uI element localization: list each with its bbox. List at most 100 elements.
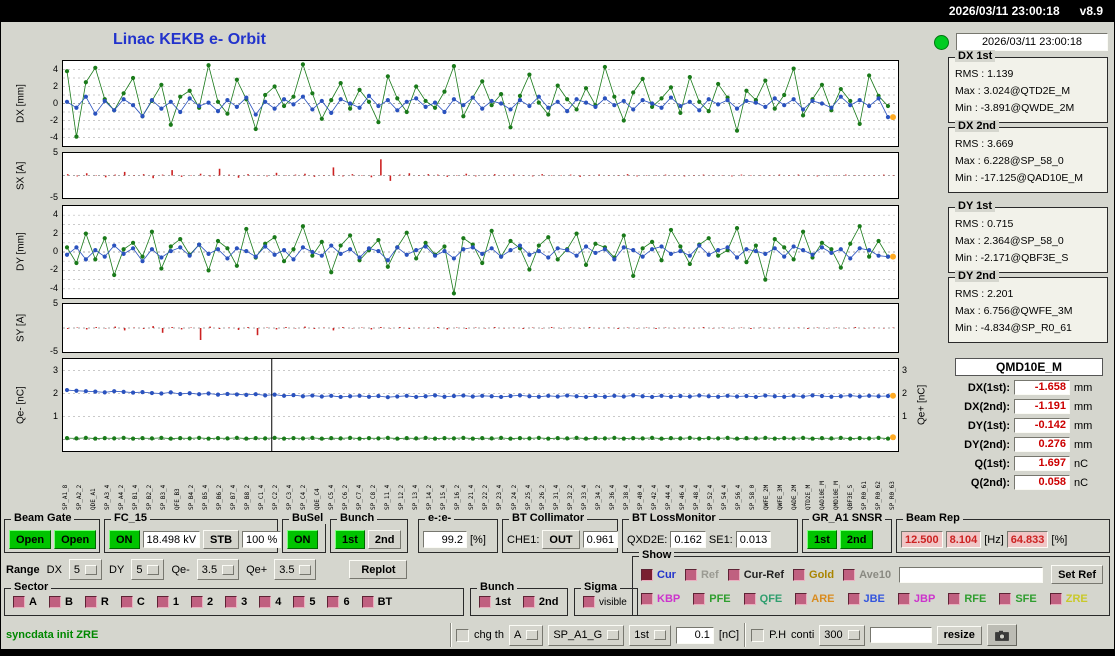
show-sector-option-sfe[interactable]: SFE bbox=[999, 593, 1037, 605]
x-axis-device-label: SP_B5_4 bbox=[202, 484, 210, 510]
bunch-value: 1st bbox=[634, 629, 649, 641]
x-axis-device-label: QAD10E_M bbox=[818, 481, 826, 510]
y-tick: 1 bbox=[52, 410, 58, 421]
beam-gate-title: Beam Gate bbox=[11, 512, 75, 524]
threshold-field[interactable]: 0.1 bbox=[675, 626, 714, 644]
monitor-row: Q(1st): 1.697 nC bbox=[948, 456, 1110, 471]
bunch-select[interactable]: 1st bbox=[629, 624, 671, 646]
checkbox-icon bbox=[13, 596, 25, 608]
x-axis-device-label: QDE_A1 bbox=[90, 488, 98, 510]
show-option-ave10[interactable]: Ave10 bbox=[843, 568, 892, 581]
x-axis-device-label: SP_C1_4 bbox=[258, 484, 266, 510]
x-axis-device-label: SP_16_2 bbox=[454, 484, 462, 510]
checkbox-icon bbox=[259, 596, 272, 608]
bunch-option-1st[interactable]: 1st bbox=[479, 596, 511, 608]
sector-option-label: 1 bbox=[172, 596, 179, 608]
range-dx-select[interactable]: 5 bbox=[68, 559, 103, 580]
sector-option-b[interactable]: B bbox=[48, 596, 73, 608]
sector-option-a[interactable]: A bbox=[13, 596, 37, 608]
sector-option-6[interactable]: 6 bbox=[327, 596, 350, 608]
show-sector-option-qfe[interactable]: QFE bbox=[743, 593, 782, 605]
stats-box-title: DX 2nd bbox=[955, 120, 999, 132]
snsr-1st-button[interactable]: 1st bbox=[807, 530, 837, 549]
monitor-row-value: -0.142 bbox=[1014, 418, 1070, 433]
show-sector-option-rfe[interactable]: RFE bbox=[948, 593, 986, 605]
ee-ratio-unit: [%] bbox=[470, 533, 486, 546]
checkbox-icon bbox=[479, 596, 491, 608]
y-tick: 4 bbox=[52, 63, 58, 74]
range-dy-select[interactable]: 5 bbox=[131, 559, 165, 580]
che1-value-display: 0.961 bbox=[582, 531, 619, 548]
interval-select[interactable]: 300 bbox=[819, 624, 865, 646]
show-option-ref[interactable]: Ref bbox=[684, 568, 719, 581]
y-tick-right: 3 bbox=[902, 364, 908, 375]
dropdown-arrow-icon bbox=[222, 564, 235, 575]
show-option-gold[interactable]: Gold bbox=[793, 568, 834, 581]
resize-button[interactable]: resize bbox=[936, 625, 982, 645]
monitor-row-value: 0.058 bbox=[1014, 475, 1070, 490]
che1-out-button[interactable]: OUT bbox=[542, 530, 580, 549]
sector-option-bt[interactable]: BT bbox=[361, 596, 392, 608]
bunch-option-2nd[interactable]: 2nd bbox=[522, 596, 558, 608]
ph-checkbox[interactable] bbox=[751, 628, 765, 642]
checkbox-icon bbox=[948, 593, 961, 605]
plot-charge bbox=[62, 358, 899, 452]
beam-gate-open1-button[interactable]: Open bbox=[9, 530, 52, 549]
monitor-device-name: QMD10E_M bbox=[955, 358, 1103, 376]
ee-ratio-value: 99.2 bbox=[423, 531, 467, 548]
checkbox-icon bbox=[793, 568, 806, 581]
checkbox-icon bbox=[743, 593, 756, 605]
set-ref-button[interactable]: Set Ref bbox=[1051, 565, 1103, 584]
mode-value: A bbox=[513, 629, 522, 641]
sector-option-label: A bbox=[29, 596, 37, 608]
show-sector-option-jbe[interactable]: JBE bbox=[847, 593, 885, 605]
monitor-row: DX(1st): -1.658 mm bbox=[948, 380, 1110, 395]
show-option-cur-ref[interactable]: Cur-Ref bbox=[727, 568, 784, 581]
show-option-cur[interactable]: Cur bbox=[641, 568, 676, 581]
sector-option-4[interactable]: 4 bbox=[259, 596, 281, 608]
fc15-on-button[interactable]: ON bbox=[109, 530, 140, 549]
show-sector-option-label: ARE bbox=[811, 593, 835, 605]
fc15-stb-button[interactable]: STB bbox=[203, 530, 240, 549]
show-option-label: Ave10 bbox=[859, 568, 892, 581]
checkbox-icon bbox=[693, 593, 706, 605]
snsr-2nd-button[interactable]: 2nd bbox=[839, 530, 874, 549]
titlebar-version: v8.9 bbox=[1079, 4, 1103, 18]
chg-th-checkbox[interactable] bbox=[456, 628, 469, 642]
monitor-row-unit: mm bbox=[1074, 438, 1093, 451]
mode-select[interactable]: A bbox=[508, 624, 544, 646]
sector-option-r[interactable]: R bbox=[84, 596, 109, 608]
bunch-1st-button[interactable]: 1st bbox=[335, 530, 365, 549]
monitor-row-label: Q(2nd): bbox=[970, 476, 1010, 489]
timestamp-display: 2026/03/11 23:00:18 bbox=[956, 33, 1108, 51]
beam-gate-open2-button[interactable]: Open bbox=[54, 530, 97, 549]
sector-option-1[interactable]: 1 bbox=[156, 596, 179, 608]
ref-name-input[interactable] bbox=[899, 566, 1044, 583]
show-sector-option-are[interactable]: ARE bbox=[795, 593, 835, 605]
show-sector-option-label: RFE bbox=[964, 593, 987, 605]
screenshot-button[interactable] bbox=[986, 624, 1017, 646]
sector-option-3[interactable]: 3 bbox=[225, 596, 247, 608]
range-qep-select[interactable]: 3.5 bbox=[274, 559, 317, 580]
sector-option-c[interactable]: C bbox=[120, 596, 145, 608]
bunch-2nd-button[interactable]: 2nd bbox=[367, 530, 402, 549]
beam-rep-value2: 8.104 bbox=[945, 531, 982, 548]
sector-option-5[interactable]: 5 bbox=[293, 596, 315, 608]
extra-input[interactable] bbox=[869, 627, 932, 643]
range-dy-label: DY bbox=[109, 563, 125, 576]
device-select[interactable]: SP_A1_G bbox=[548, 624, 625, 646]
replot-button[interactable]: Replot bbox=[349, 560, 408, 579]
show-sector-option-pfe[interactable]: PFE bbox=[693, 593, 731, 605]
sector-option-2[interactable]: 2 bbox=[190, 596, 213, 608]
busel-on-button[interactable]: ON bbox=[287, 530, 318, 549]
sector-option-label: C bbox=[136, 596, 145, 608]
show-sector-option-kbp[interactable]: KBP bbox=[641, 593, 680, 605]
show-sector-option-zre[interactable]: ZRE bbox=[1049, 593, 1088, 605]
range-qem-select[interactable]: 3.5 bbox=[196, 559, 240, 580]
x-axis-device-label: SP_C6_2 bbox=[342, 484, 350, 510]
show-row2: KBP PFE QFE ARE JBE JBP RFE SFE ZRE bbox=[641, 593, 1088, 605]
sigma-visible-checkbox[interactable] bbox=[583, 596, 595, 608]
bunch-select-title: Bunch bbox=[337, 512, 378, 524]
show-sector-option-jbp[interactable]: JBP bbox=[897, 593, 935, 605]
stats-line: RMS : 2.201 bbox=[955, 288, 1014, 300]
